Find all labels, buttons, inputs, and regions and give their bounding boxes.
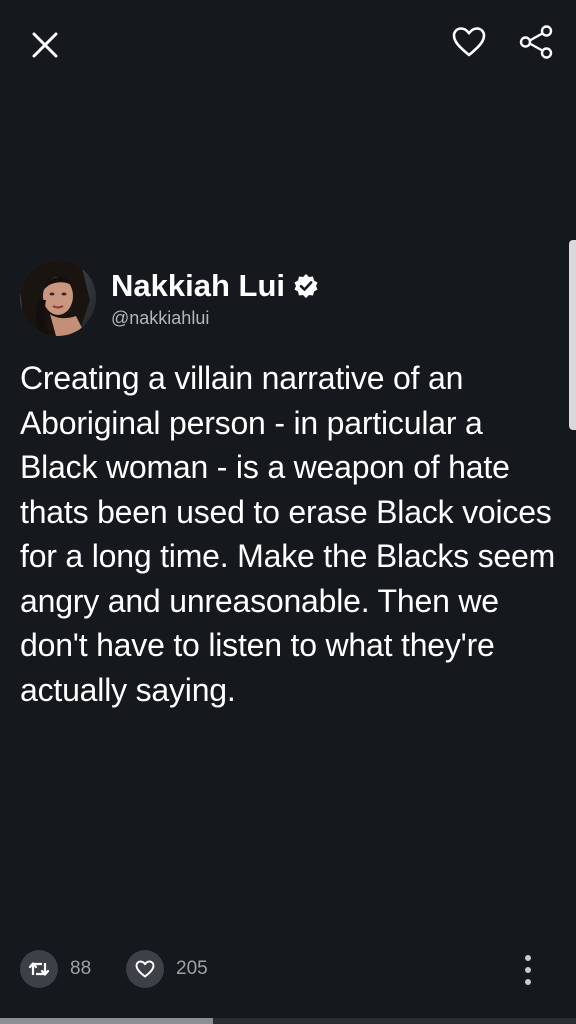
share-button[interactable] — [515, 22, 557, 62]
like-icon-circle — [126, 950, 164, 988]
verified-badge-icon — [293, 273, 319, 299]
name-row: Nakkiah Lui — [111, 267, 319, 305]
progress-track — [0, 1018, 576, 1024]
share-icon — [519, 25, 553, 59]
author-name[interactable]: Nakkiah Lui — [111, 267, 285, 305]
like-button[interactable]: 205 — [126, 950, 208, 988]
retweet-icon-circle — [20, 950, 58, 988]
avatar[interactable] — [20, 260, 96, 336]
scrollbar[interactable] — [569, 240, 576, 430]
progress-fill — [0, 1018, 214, 1024]
more-vertical-icon — [525, 955, 531, 985]
tweet-author[interactable]: Nakkiah Lui @nakkiahlui — [20, 259, 319, 337]
close-icon — [32, 32, 58, 58]
tweet-text: Creating a villain narrative of an Abori… — [20, 360, 556, 708]
author-handle[interactable]: @nakkiahlui — [111, 308, 319, 329]
heart-outline-icon — [452, 27, 486, 57]
author-info: Nakkiah Lui @nakkiahlui — [111, 267, 319, 329]
like-count: 205 — [176, 958, 208, 979]
more-options-button[interactable] — [518, 952, 538, 988]
retweet-button[interactable]: 88 — [20, 950, 91, 988]
like-button-top[interactable] — [449, 22, 489, 62]
retweet-count: 88 — [70, 958, 92, 979]
tweet-actions: 88 205 — [20, 950, 556, 992]
top-bar — [0, 0, 576, 90]
close-button[interactable] — [26, 26, 64, 64]
retweet-icon — [28, 962, 50, 976]
heart-icon — [135, 960, 155, 978]
avatar-image — [20, 260, 96, 336]
